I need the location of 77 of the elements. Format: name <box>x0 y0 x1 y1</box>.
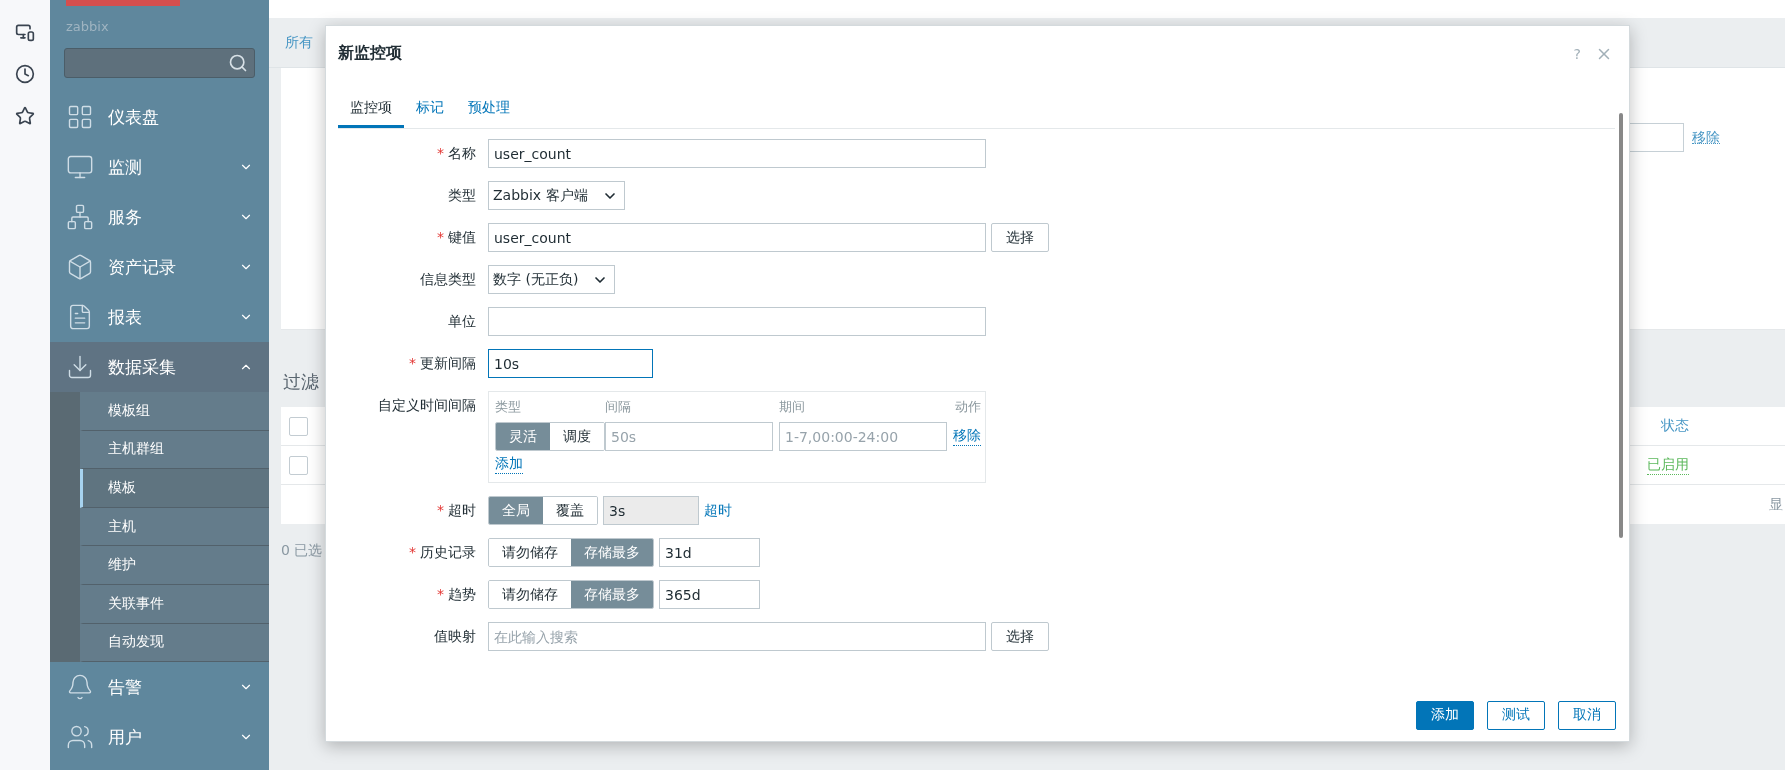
search-icon[interactable] <box>228 53 248 73</box>
cube-icon <box>66 253 94 281</box>
nav-item[interactable]: 报表 <box>50 292 269 342</box>
status-link[interactable]: 已启用 <box>1647 455 1689 475</box>
text-field[interactable]: 10s <box>488 349 653 378</box>
text-field[interactable]: user_count <box>488 223 986 252</box>
submenu-item[interactable]: 关联事件 <box>80 584 269 624</box>
select-field[interactable]: 数字 (无正负) <box>488 265 616 294</box>
server-name: zabbix <box>66 19 110 34</box>
mode-button[interactable]: 灵活 <box>496 423 550 450</box>
column-header: 期间 <box>779 398 806 416</box>
field-label: * 键值 <box>436 228 476 247</box>
select-button[interactable]: 选择 <box>991 223 1049 252</box>
field-label: * 超时 <box>436 501 476 520</box>
field-label: 自定义时间间隔 <box>377 396 476 415</box>
select-field[interactable]: Zabbix 客户端 <box>488 181 625 210</box>
column-header: 类型 <box>495 398 522 416</box>
select-button[interactable]: 选择 <box>991 622 1049 651</box>
field-label: * 历史记录 <box>408 543 476 562</box>
field-label: 信息类型 <box>419 270 476 289</box>
tab[interactable]: 监控项 <box>338 93 404 128</box>
field-label: * 趋势 <box>436 585 476 604</box>
section-title: 过滤 <box>282 370 319 394</box>
field-label: * 更新间隔 <box>408 354 476 373</box>
nav-item[interactable]: 用户 <box>50 712 269 763</box>
add-button[interactable]: 添加 <box>1416 700 1474 730</box>
option-button[interactable]: 存储最多 <box>571 581 653 608</box>
logo[interactable] <box>66 0 180 6</box>
clock-icon[interactable] <box>15 64 35 84</box>
submenu-item[interactable]: 模板组 <box>80 392 269 431</box>
interval-field[interactable]: 50s <box>605 422 773 451</box>
add-link[interactable]: 添加 <box>495 455 523 474</box>
submenu-item[interactable]: 主机 <box>80 507 269 547</box>
tab[interactable]: 标记 <box>404 93 456 128</box>
filter-tab[interactable]: 所有 <box>285 33 313 52</box>
value-field[interactable]: 31d <box>659 538 760 567</box>
column-header[interactable]: 状态 <box>1661 417 1689 435</box>
field-label: 值映射 <box>433 627 476 646</box>
dialog-button[interactable]: 测试 <box>1487 700 1545 730</box>
nav-item[interactable]: 资产记录 <box>50 242 269 292</box>
submenu-item[interactable]: 主机群组 <box>80 430 269 470</box>
scrollbar[interactable] <box>1619 113 1623 538</box>
checkbox[interactable] <box>289 416 308 436</box>
submenu-item[interactable]: 维护 <box>80 546 269 585</box>
remove-link[interactable]: 移除 <box>953 427 981 446</box>
remove-link[interactable]: 移除 <box>1692 123 1720 144</box>
nav-item[interactable]: 仪表盘 <box>50 92 269 142</box>
download-icon <box>66 353 94 381</box>
text-field[interactable]: user_count <box>488 139 986 168</box>
star-icon[interactable] <box>15 106 35 126</box>
grid-icon <box>66 103 94 131</box>
field-label: 单位 <box>447 312 476 331</box>
dialog-title: 新监控项 <box>338 43 402 64</box>
tab[interactable]: 预处理 <box>456 93 522 128</box>
submenu-item[interactable]: 模板 <box>80 469 269 508</box>
devices-icon[interactable] <box>15 22 35 42</box>
option-button[interactable]: 存储最多 <box>571 539 653 566</box>
column-header: 动作 <box>954 398 981 416</box>
nav-item[interactable]: 告警 <box>50 662 269 713</box>
nav-item[interactable]: 监测 <box>50 142 269 192</box>
submenu-item[interactable]: 自动发现 <box>80 623 269 663</box>
checkbox[interactable] <box>289 455 308 475</box>
pager-text: 显 <box>1769 495 1783 514</box>
text-field[interactable] <box>488 307 986 336</box>
period-field[interactable]: 1-7,00:00-24:00 <box>779 422 947 451</box>
field-label: 类型 <box>447 186 476 205</box>
monitor-icon <box>66 153 94 181</box>
value-field[interactable]: 365d <box>659 580 760 609</box>
network-icon <box>66 203 94 231</box>
search-field[interactable] <box>64 48 255 78</box>
dialog-button[interactable]: 取消 <box>1558 700 1616 730</box>
bell-icon <box>66 673 94 702</box>
column-header: 间隔 <box>605 398 632 416</box>
nav-item[interactable]: 服务 <box>50 192 269 242</box>
field-label: * 名称 <box>436 144 476 163</box>
selected-count: 0 已选 <box>281 542 323 558</box>
nav-item[interactable]: 数据采集 <box>50 342 269 392</box>
